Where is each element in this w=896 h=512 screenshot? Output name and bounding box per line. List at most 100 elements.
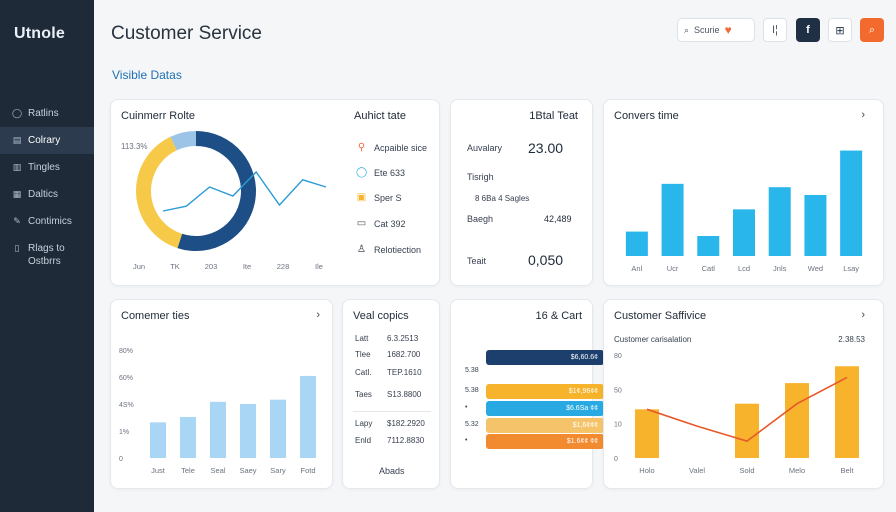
list-item-label: Ete 633 [374, 167, 406, 178]
sidebar-nav: ◯ Ratlins ▤ Colrary ▥ Tingles ▦ Daltics … [0, 100, 94, 275]
divider [353, 411, 431, 412]
row-value: 6.3.2513 [387, 334, 419, 343]
horizontal-bar: $1¢,96¢¢ [486, 384, 604, 399]
pie-slice [177, 131, 256, 251]
card-title: Comemer ties [121, 310, 190, 322]
x-tick-label: 228 [277, 262, 290, 271]
bar [150, 422, 166, 458]
row-label: Lapy [355, 419, 373, 428]
y-tick-label: 4S% [119, 402, 134, 409]
sidebar-item-tingles[interactable]: ▥ Tingles [0, 154, 94, 181]
sidebar: Utnole ◯ Ratlins ▤ Colrary ▥ Tingles ▦ D… [0, 0, 94, 512]
horizontal-bar: $6,60.6¢ [486, 350, 604, 365]
sidebar-item-label: Rlags to Ostbrrs [28, 243, 65, 267]
y-tick-label: 1% [119, 429, 129, 436]
bar-side-label: • [465, 404, 468, 411]
x-tick-label: Ucr [667, 264, 679, 273]
bar [635, 409, 659, 458]
card-title: Veal copics [353, 310, 409, 322]
x-tick-label: Lsay [843, 264, 859, 273]
search-box[interactable]: ⌕ Scurie ♥ [677, 18, 755, 42]
chevron-right-icon[interactable]: › [861, 309, 865, 321]
search-label: Scurie [694, 25, 720, 35]
chart-icon: ▦ [12, 188, 22, 199]
page-icon: ▯ [14, 242, 20, 253]
toolbar-button-1[interactable]: I¦ [763, 18, 787, 42]
sidebar-item-rlags[interactable]: ▯ Rlags to Ostbrrs [0, 235, 94, 275]
row-value: 23.00 [528, 140, 564, 156]
x-tick-label: Sold [739, 466, 754, 475]
list-item-label: Acpaible sice [374, 142, 428, 153]
book-icon: ▥ [12, 161, 22, 172]
bar [240, 404, 256, 458]
x-tick-label: Jun [133, 262, 145, 271]
row-value: $182.2920 [387, 419, 425, 428]
chevron-right-icon[interactable]: › [316, 309, 320, 321]
bar [625, 231, 648, 256]
sidebar-item-label: Contimics [28, 216, 72, 227]
x-tick-label: Lcd [738, 264, 750, 273]
card-title: 16 & Cart [535, 310, 582, 322]
horizontal-bar: $1,6¢¢¢ [486, 418, 604, 433]
row-value: 0,050 [528, 252, 564, 268]
list-item-label: Sper S [374, 192, 402, 203]
sidebar-item-contimics[interactable]: ✎ Contimics [0, 208, 94, 235]
row-label: Teait [467, 256, 487, 266]
x-tick-label: 203 [205, 262, 218, 271]
grid-button[interactable]: ⊞ [828, 18, 852, 42]
pie-slice [136, 136, 183, 249]
list-title: Auhict tate [354, 110, 406, 122]
section-label: Visible Datas [112, 68, 182, 82]
bar [270, 399, 286, 458]
circle-icon: ◯ [356, 167, 368, 178]
sidebar-item-ratlins[interactable]: ◯ Ratlins [0, 100, 94, 127]
veal-copics-card: Veal copics Latt 6.3.2513 Tlee 1682.700 Catl… [342, 299, 440, 489]
bar [300, 375, 316, 458]
x-tick-label: Valel [689, 466, 705, 475]
row-label: Tisrigh [467, 172, 494, 182]
card-footer: Abads [379, 466, 405, 476]
page-title: Customer Service [111, 23, 262, 44]
sidebar-item-daltics[interactable]: ▦ Daltics [0, 181, 94, 208]
row-value: 42,489 [544, 214, 572, 224]
cart-icon: ▭ [356, 218, 367, 229]
facebook-button[interactable]: f [796, 18, 820, 42]
x-tick-label: Jnls [773, 264, 787, 273]
row-value: S13.8800 [387, 390, 422, 399]
y-tick-label: 80% [119, 348, 133, 355]
x-tick-label: Fotd [300, 466, 315, 475]
chevron-right-icon[interactable]: › [861, 109, 865, 121]
list-item: ♙ Relotiection [356, 244, 421, 255]
sidebar-item-label: Colrary [28, 135, 61, 146]
x-tick-label: Just [151, 466, 166, 475]
y-tick-label: 0 [119, 456, 123, 463]
sidebar-item-colrary[interactable]: ▤ Colrary [0, 127, 94, 154]
x-tick-label: Ile [315, 262, 323, 271]
y-tick-label: 80 [614, 353, 622, 360]
heart-icon: ♥ [724, 23, 732, 37]
list-item-label: Cat 392 [374, 218, 406, 229]
card-title: 1Btal Teat [529, 110, 578, 122]
cart-card: 16 & Cart $6,60.6¢ 5.38 5.38 $1¢,96¢¢ • $6.6S… [450, 299, 604, 489]
x-tick-label: Saey [239, 466, 256, 475]
x-tick-label: TK [170, 262, 180, 271]
pen-icon: ✎ [13, 215, 21, 226]
row-subline: 8 6Ba 4 Sagles [475, 194, 530, 203]
sidebar-item-label: Ratlins [28, 108, 59, 119]
row-value: 1682.700 [387, 350, 421, 359]
sidebar-item-label: Daltics [28, 189, 59, 200]
brand-logo: Utnole [14, 25, 65, 42]
horizontal-bar: $1.6¢¢ ¢¢ [486, 434, 604, 449]
customer-service-card: Customer Saffivice › Customer carisalati… [603, 299, 884, 489]
bar [785, 383, 809, 458]
doc-icon: ▤ [12, 134, 22, 145]
chart-subvalue: 2.38.53 [838, 335, 865, 344]
bar [840, 150, 863, 256]
bar [768, 187, 791, 256]
row-value: TEP.1610 [387, 368, 422, 377]
x-tick-label: Tele [181, 466, 195, 475]
search-button[interactable]: ⌕ [860, 18, 884, 42]
row-label: Latt [355, 334, 369, 343]
x-tick-label: Seal [210, 466, 225, 475]
bar-side-label: 5.32 [465, 421, 479, 428]
